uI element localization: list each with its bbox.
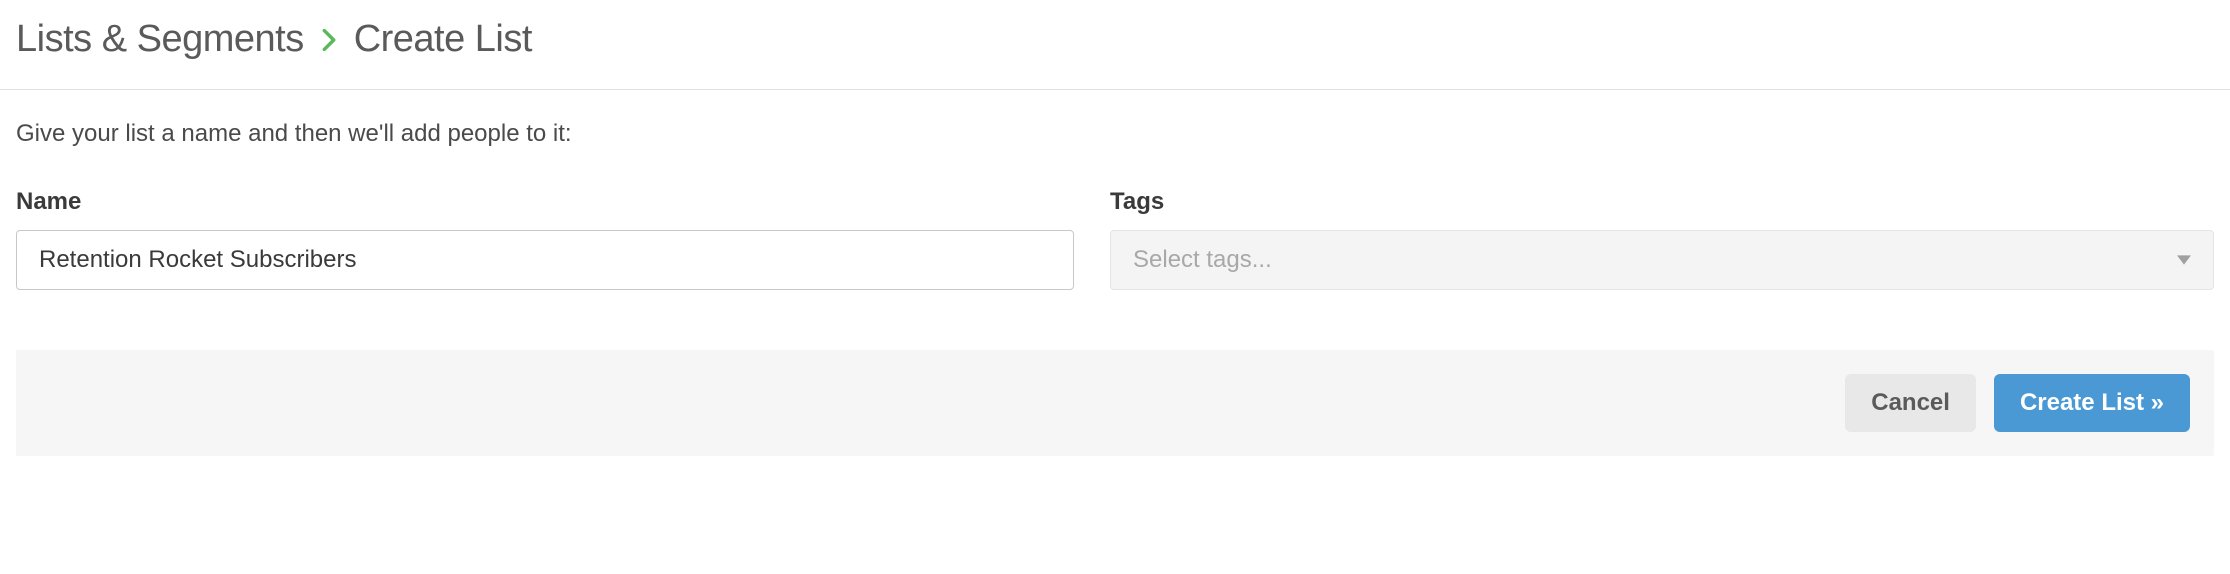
name-field-group: Name [16, 188, 1074, 290]
tags-field-group: Tags Select tags... [1110, 188, 2214, 290]
action-bar: Cancel Create List » [16, 350, 2214, 456]
name-input[interactable] [16, 230, 1074, 290]
cancel-button[interactable]: Cancel [1845, 374, 1976, 432]
create-list-page: Lists & Segments Create List Give your l… [0, 0, 2230, 456]
intro-text: Give your list a name and then we'll add… [16, 120, 2214, 148]
tags-label: Tags [1110, 188, 2214, 216]
tags-placeholder: Select tags... [1133, 246, 2177, 274]
name-label: Name [16, 188, 1074, 216]
form-content: Give your list a name and then we'll add… [0, 90, 2230, 290]
create-list-button[interactable]: Create List » [1994, 374, 2190, 432]
form-row: Name Tags Select tags... [16, 188, 2214, 290]
breadcrumb-parent-link[interactable]: Lists & Segments [16, 18, 304, 61]
breadcrumb-current: Create List [354, 18, 532, 61]
breadcrumb: Lists & Segments Create List [16, 18, 2214, 61]
page-header: Lists & Segments Create List [0, 0, 2230, 89]
tags-select[interactable]: Select tags... [1110, 230, 2214, 290]
chevron-right-icon [322, 29, 336, 51]
caret-down-icon [2177, 252, 2191, 268]
